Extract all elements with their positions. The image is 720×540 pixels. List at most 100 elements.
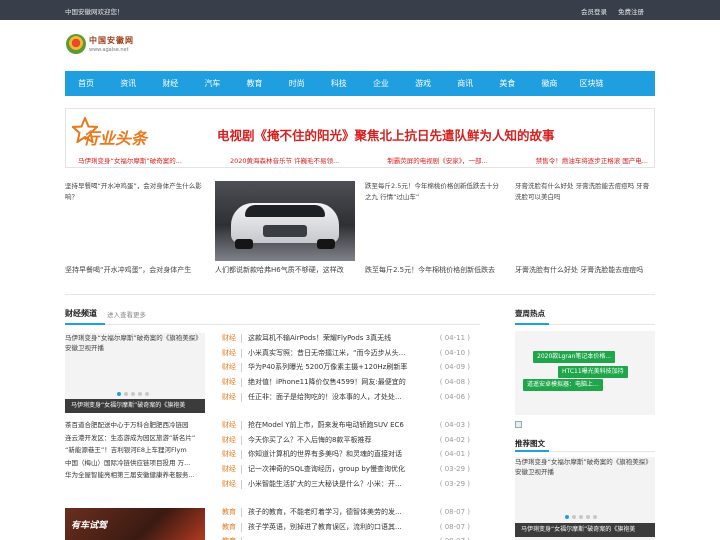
nav-item[interactable]: 财经: [149, 71, 191, 96]
news-category[interactable]: 财经: [222, 375, 236, 390]
list-item[interactable]: 连云港开发区：生态游成为园区旅游“新名片”: [65, 432, 209, 445]
news-row[interactable]: 财经 这款耳机不输AirPods！荣耀FlyPods 3真无线 ( 04-11 ): [222, 331, 480, 346]
news-title[interactable]: 任正非：面子是给狗吃的！没本事的人，才处处...: [248, 390, 426, 405]
car-photo[interactable]: [215, 181, 355, 261]
slide-caption[interactable]: 马伊琍变身“女福尔摩斯”破奇案的《旗袍美: [65, 399, 205, 413]
nav-item[interactable]: 首页: [65, 71, 107, 96]
news-row[interactable]: 财经 绝对值！iPhone11降价仅售4599！网友:最便宜的 ( 04-08 ): [222, 375, 480, 390]
news-category[interactable]: 财经: [222, 418, 236, 433]
slide-dot[interactable]: [593, 515, 597, 519]
banner-sub-link[interactable]: 马伊琍变身“女福尔摩斯”破奇案的...: [78, 155, 182, 165]
nav-item[interactable]: 企业: [360, 71, 402, 96]
slide-caption[interactable]: 马伊琍变身“女福尔摩斯”破奇案的《旗袍美: [515, 523, 655, 537]
news-title[interactable]: 记一次神奇的SQL查询经历，group by慢查询优化: [248, 462, 426, 477]
news-title[interactable]: 小米真实写照：昔日无帝擂江米，“而今迈步从头...: [248, 346, 426, 361]
news-category[interactable]: 财经: [222, 360, 236, 375]
news-row[interactable]: 财经 华为P40系列曝光 5200万像素主摄+120Hz刷新率 ( 04-09 ): [222, 360, 480, 375]
banner-brand: 行业头条: [83, 129, 148, 148]
category-separator: [241, 378, 242, 388]
hot-tag[interactable]: 道遥安卓模拟器：电脑上...: [523, 379, 603, 391]
hot-tag[interactable]: HTC11曝光美科技加持: [558, 366, 628, 378]
list-item[interactable]: 茶百道合肥配送中心于万科合肥肥西冷链园: [65, 419, 209, 432]
picture-card[interactable]: 跌至每斤2.5元！今年棉桃价格创新低跌去十分之九 行情“过山车” 跌至每斤2.5…: [365, 181, 505, 281]
news-category[interactable]: 财经: [222, 462, 236, 477]
finance-slideshow[interactable]: 马伊琍变身“女福尔摩斯”破奇案的《旗袍美探》安徽卫视开播 马伊琍变身“女福尔摩斯…: [65, 333, 205, 413]
nav-item[interactable]: 徽商: [528, 71, 570, 96]
finance-more-link[interactable]: 进入查看更多: [107, 309, 146, 319]
slide-dot[interactable]: [117, 392, 121, 396]
news-row[interactable]: 教育 孩子学英语，别掉进了教育误区，流利的口语其... ( 08-07 ): [222, 520, 480, 535]
banner-sub-link[interactable]: 2020黄海森林音乐节 许巍毛不易领...: [230, 155, 339, 165]
picture-caption[interactable]: 坚持早餐喝“开水冲鸡蛋”，会对身体产生: [65, 265, 205, 276]
news-category[interactable]: 财经: [222, 346, 236, 361]
news-category[interactable]: 财经: [222, 433, 236, 448]
news-title[interactable]: 孩子的教育，不能老盯着学习，德智体美劳的发...: [248, 505, 426, 520]
picture-caption[interactable]: 人们都说新款哈弗H6气质不够硬，这样改: [215, 265, 355, 276]
banner-headline[interactable]: 电视剧《掩不住的阳光》聚焦北上抗日先遣队鲜为人知的故事: [217, 125, 555, 144]
slide-dot[interactable]: [572, 515, 576, 519]
hot-tag[interactable]: 2020款Lgran笔记本价格...: [533, 351, 616, 363]
news-category[interactable]: 财经: [222, 331, 236, 346]
nav-item[interactable]: 游戏: [402, 71, 444, 96]
news-category[interactable]: 财经: [222, 390, 236, 405]
news-row[interactable]: 财经 任正非：面子是给狗吃的！没本事的人，才处处... ( 04-06 ): [222, 390, 480, 405]
logo-emblem-icon: [66, 34, 86, 54]
banner-sub-link[interactable]: 制霸荧屏的电视剧《安家》，一部...: [387, 155, 487, 165]
slide-dot[interactable]: [579, 515, 583, 519]
nav-item[interactable]: 区块链: [571, 71, 613, 96]
list-item[interactable]: “新能源巷王”！吉利银河E8上车狸河Flym: [65, 444, 209, 457]
nav-item[interactable]: 美食: [486, 71, 528, 96]
news-row[interactable]: 财经 小米真实写照：昔日无帝擂江米，“而今迈步从头... ( 04-10 ): [222, 346, 480, 361]
news-title[interactable]: 华为P40系列曝光 5200万像素主摄+120Hz刷新率: [248, 360, 426, 375]
recommend-slideshow[interactable]: 马伊琍变身“女福尔摩斯”破奇案的《旗袍美探》安徽卫视开播 马伊琍变身“女福尔摩斯…: [515, 457, 655, 540]
car-wheel: [317, 239, 335, 249]
site-logo[interactable]: 中国安徽网 www.agalse.net: [66, 34, 156, 56]
news-category[interactable]: 财经: [222, 477, 236, 492]
nav-item[interactable]: 教育: [234, 71, 276, 96]
nav-item[interactable]: 时尚: [276, 71, 318, 96]
list-item[interactable]: 中国（梅山）国际冷链供应链项目投用 万...: [65, 457, 209, 470]
news-title[interactable]: 绝对值！iPhone11降价仅售4599！网友:最便宜的: [248, 375, 426, 390]
nav-item[interactable]: 商讯: [444, 71, 486, 96]
category-separator: [241, 334, 242, 343]
news-row[interactable]: 财经 抢在Model Y前上市，蔚来发布电动轿跑SUV EC6 ( 04-03 ): [222, 418, 480, 433]
nav-item[interactable]: 科技: [318, 71, 360, 96]
news-row[interactable]: 财经 记一次神奇的SQL查询经历，group by慢查询优化 ( 03-29 ): [222, 462, 480, 477]
news-category[interactable]: 教育: [222, 520, 236, 535]
news-row[interactable]: 教育 ( 08-07 ): [222, 534, 480, 540]
section-underline: [515, 323, 655, 325]
account-links: 会员登录 免费注册: [581, 6, 644, 16]
slide-dot[interactable]: [565, 515, 569, 519]
slide-dot[interactable]: [124, 392, 128, 396]
list-item[interactable]: 华为全屋智能亮相第三届安徽健康养老服务...: [65, 469, 209, 482]
finance-section-title[interactable]: 财经频道: [65, 308, 97, 319]
news-row[interactable]: 财经 小米智能生活扩大的三大秘诀是什么？小米：开... ( 03-29 ): [222, 477, 480, 492]
slide-dot[interactable]: [145, 392, 149, 396]
banner-sub-link[interactable]: 禁售令！燃油车将逐步正格滚 国产电...: [536, 155, 648, 165]
news-title[interactable]: 这款耳机不输AirPods！荣耀FlyPods 3真无线: [248, 331, 426, 346]
register-link[interactable]: 免费注册: [618, 6, 644, 16]
slide-dot[interactable]: [586, 515, 590, 519]
nav-item[interactable]: 资讯: [107, 71, 149, 96]
news-row[interactable]: 财经 今天你买了么？不入后悔的8款平板推荐 ( 04-02 ): [222, 433, 480, 448]
slide-dot[interactable]: [138, 392, 142, 396]
news-title[interactable]: 孩子学英语，别掉进了教育误区，流利的口语其...: [248, 520, 426, 535]
picture-card[interactable]: 牙膏洗脸有什么好处 牙膏洗脸能去痘痘吗 牙膏洗脸可以美白吗 牙膏洗脸有什么好处 …: [515, 181, 655, 281]
news-category[interactable]: 教育: [222, 505, 236, 520]
news-row[interactable]: 教育 孩子的教育，不能老盯着学习，德智体美劳的发... ( 08-07 ): [222, 505, 480, 520]
news-category[interactable]: 教育: [222, 534, 236, 540]
news-category[interactable]: 财经: [222, 447, 236, 462]
news-title[interactable]: 小米智能生活扩大的三大秘诀是什么？小米：开...: [248, 477, 426, 492]
news-title[interactable]: 今天你买了么？不入后悔的8款平板推荐: [248, 433, 426, 448]
news-title[interactable]: 抢在Model Y前上市，蔚来发布电动轿跑SUV EC6: [248, 418, 426, 433]
picture-card[interactable]: 坚持早餐喝“开水冲鸡蛋”，会对身体产生什么影响？ 坚持早餐喝“开水冲鸡蛋”，会对…: [65, 181, 205, 281]
nav-item[interactable]: 汽车: [191, 71, 233, 96]
news-title[interactable]: 你知道计算机的世界有多美吗？和灵魂的直接对话: [248, 447, 426, 462]
picture-caption[interactable]: 跌至每斤2.5元！今年棉桃价格创新低跌去: [365, 265, 505, 276]
news-row[interactable]: 财经 你知道计算机的世界有多美吗？和灵魂的直接对话 ( 04-01 ): [222, 447, 480, 462]
slide-dot[interactable]: [131, 392, 135, 396]
picture-caption[interactable]: 牙膏洗脸有什么好处 牙膏洗脸能去痘痘吗: [515, 265, 655, 276]
test-drive-thumbnail[interactable]: 有车试驾: [65, 508, 205, 540]
picture-card[interactable]: 人们都说新款哈弗H6气质不够硬，这样改: [215, 181, 355, 281]
login-link[interactable]: 会员登录: [581, 6, 607, 16]
